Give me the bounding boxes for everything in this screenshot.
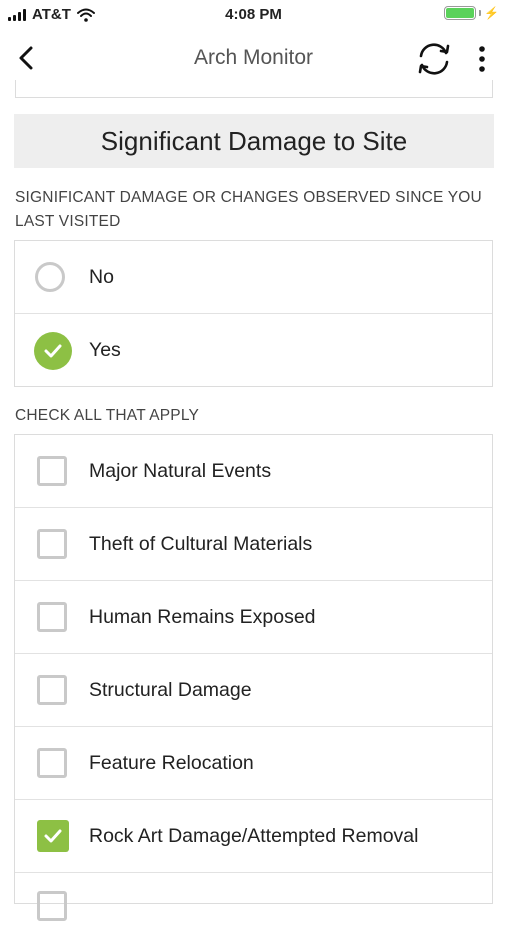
status-time: 4:08 PM <box>225 6 282 23</box>
status-right: ⚡ <box>444 6 499 20</box>
checkbox-unchecked-icon[interactable] <box>37 748 67 778</box>
checkbox-option-label: Structural Damage <box>89 678 252 701</box>
checkbox-unchecked-icon[interactable] <box>37 529 67 559</box>
damage-radio-group: No Yes <box>14 240 493 387</box>
damage-question-label: SIGNIFICANT DAMAGE OR CHANGES OBSERVED S… <box>15 189 482 230</box>
checkbox-option-label: Feature Relocation <box>89 751 254 774</box>
checkbox-option-partial[interactable] <box>15 873 492 946</box>
checkbox-option-human-remains-exposed[interactable]: Human Remains Exposed <box>15 581 492 654</box>
checkbox-unchecked-icon[interactable] <box>37 602 67 632</box>
battery-cap <box>479 10 482 16</box>
checkbox-option-label: Major Natural Events <box>89 459 272 482</box>
checkbox-unchecked-icon[interactable] <box>37 675 67 705</box>
more-vertical-icon[interactable] <box>470 42 494 76</box>
radio-unselected-icon[interactable] <box>35 262 65 292</box>
checkbox-option-label: Theft of Cultural Materials <box>89 532 313 555</box>
checkbox-option-theft-of-cultural-materials[interactable]: Theft of Cultural Materials <box>15 508 492 581</box>
checkbox-option-rock-art-damage[interactable]: Rock Art Damage/Attempted Removal <box>15 800 492 873</box>
damage-checkbox-group: Major Natural Events Theft of Cultural M… <box>14 434 493 921</box>
status-bar: AT&T 4:08 PM ⚡ <box>0 0 507 30</box>
checkbox-option-label: Rock Art Damage/Attempted Removal <box>89 824 419 847</box>
radio-option-yes[interactable]: Yes <box>15 314 492 387</box>
checkbox-option-label: Human Remains Exposed <box>89 605 316 628</box>
checkbox-unchecked-icon[interactable] <box>37 456 67 486</box>
checkbox-option-structural-damage[interactable]: Structural Damage <box>15 654 492 727</box>
previous-card-edge <box>15 80 493 98</box>
radio-option-no[interactable]: No <box>15 241 492 314</box>
battery-icon <box>444 6 477 20</box>
radio-option-label: Yes <box>89 339 121 361</box>
checkbox-option-major-natural-events[interactable]: Major Natural Events <box>15 435 492 508</box>
checkbox-unchecked-icon[interactable] <box>37 891 67 921</box>
check-all-label: CHECK ALL THAT APPLY <box>15 407 200 424</box>
section-header: Significant Damage to Site <box>14 114 494 168</box>
checkbox-option-feature-relocation[interactable]: Feature Relocation <box>15 727 492 800</box>
checkbox-checked-icon[interactable] <box>37 820 69 852</box>
nav-bar: Arch Monitor <box>0 30 507 86</box>
radio-option-label: No <box>89 265 114 288</box>
charging-bolt-icon: ⚡ <box>484 6 499 20</box>
radio-selected-check-icon[interactable] <box>34 331 72 370</box>
sync-icon[interactable] <box>414 41 454 77</box>
